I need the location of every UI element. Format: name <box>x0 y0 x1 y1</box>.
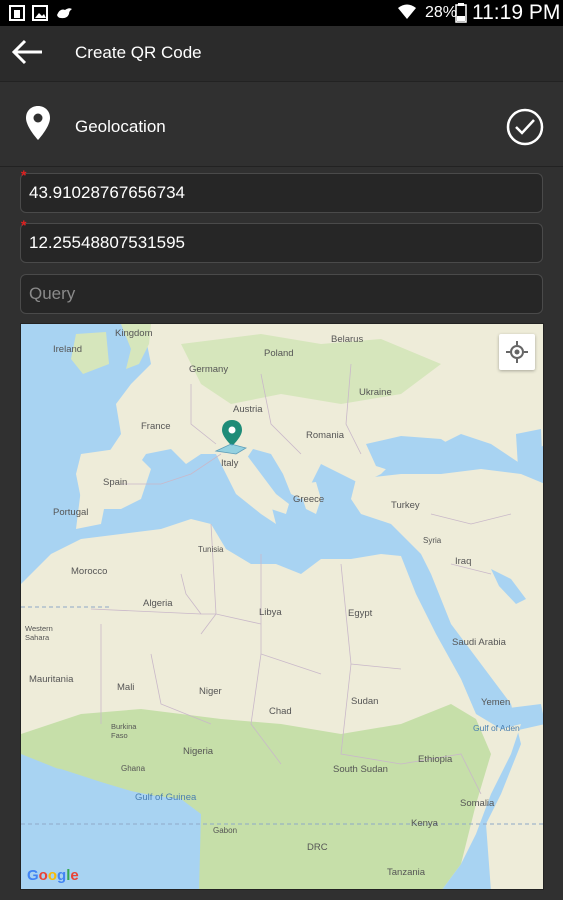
map-label: Egypt <box>348 608 373 619</box>
latitude-field: * <box>20 167 543 213</box>
battery-percentage: 28% <box>425 4 458 21</box>
map-view[interactable]: Kingdom Ireland Belarus Germany Poland U… <box>20 323 544 890</box>
my-location-button[interactable] <box>499 334 535 370</box>
latitude-input[interactable] <box>29 174 534 211</box>
map-label: Libya <box>259 607 282 618</box>
notification-icon <box>9 5 25 21</box>
map-label: Syria <box>423 536 442 545</box>
crosshair-icon <box>506 341 528 363</box>
map-label: Algeria <box>143 598 173 609</box>
map-label: Tanzania <box>387 867 426 878</box>
map-label: Chad <box>269 706 292 717</box>
map-label: Somalia <box>460 798 495 809</box>
longitude-field: * <box>20 217 543 263</box>
map-label: Morocco <box>71 566 108 577</box>
qr-type-label: Geolocation <box>75 117 166 136</box>
map-label: Mauritania <box>29 674 74 685</box>
map-label: Kingdom <box>115 328 153 339</box>
map-label: Yemen <box>481 697 511 708</box>
map-label: Poland <box>264 348 294 359</box>
map-label: Romania <box>306 430 345 441</box>
map-label: Nigeria <box>183 746 214 757</box>
back-button[interactable] <box>11 39 46 67</box>
map-label: Iraq <box>455 556 472 567</box>
map-label: Tunisia <box>198 545 224 554</box>
qr-type-header: Geolocation <box>0 82 563 167</box>
map-label: Gulf of Aden <box>473 723 520 733</box>
map-label: Ukraine <box>359 387 392 398</box>
map-label: Saudi Arabia <box>452 637 506 648</box>
map-label: Austria <box>233 404 263 415</box>
map-label: France <box>141 421 171 432</box>
map-label: Belarus <box>331 334 364 345</box>
map-label: Germany <box>189 364 229 375</box>
map-label: Sudan <box>351 696 379 707</box>
map-label: Ghana <box>121 764 146 773</box>
map-label: Western Sahara <box>25 624 53 642</box>
required-marker: * <box>21 217 27 233</box>
image-icon <box>32 5 48 21</box>
google-logo: Google <box>27 867 79 884</box>
longitude-input[interactable] <box>29 224 534 261</box>
map-label: Burkina Faso <box>111 722 137 740</box>
bird-icon <box>57 8 72 19</box>
page-title: Create QR Code <box>75 43 202 62</box>
map-label: DRC <box>307 842 328 853</box>
map-label: Niger <box>199 686 222 697</box>
map-label: Ethiopia <box>418 754 453 765</box>
battery-icon <box>455 3 467 23</box>
confirm-button[interactable] <box>506 108 544 146</box>
app-bar: Create QR Code <box>0 26 563 81</box>
status-bar: 28% 11:19 PM <box>0 0 563 26</box>
map-label: Ireland <box>53 344 83 355</box>
map-label: Mali <box>117 682 135 693</box>
required-marker: * <box>21 167 27 183</box>
divider <box>0 166 563 167</box>
map-label: Italy <box>221 458 239 469</box>
map-label: South Sudan <box>333 764 388 775</box>
query-field <box>20 274 543 314</box>
map-label: Gulf of Guinea <box>135 792 197 803</box>
map-label: Kenya <box>411 818 438 829</box>
clock: 11:19 PM <box>472 1 561 24</box>
arrow-left-icon <box>11 39 42 65</box>
map-label: Turkey <box>391 500 420 511</box>
location-pin-icon <box>26 106 50 140</box>
map-label: Portugal <box>53 507 89 518</box>
query-input[interactable] <box>29 275 534 312</box>
map-label: Spain <box>103 477 128 488</box>
check-circle-icon <box>506 108 544 146</box>
wifi-icon <box>398 4 416 19</box>
map-label: Gabon <box>213 826 238 835</box>
map-label: Greece <box>293 494 325 505</box>
